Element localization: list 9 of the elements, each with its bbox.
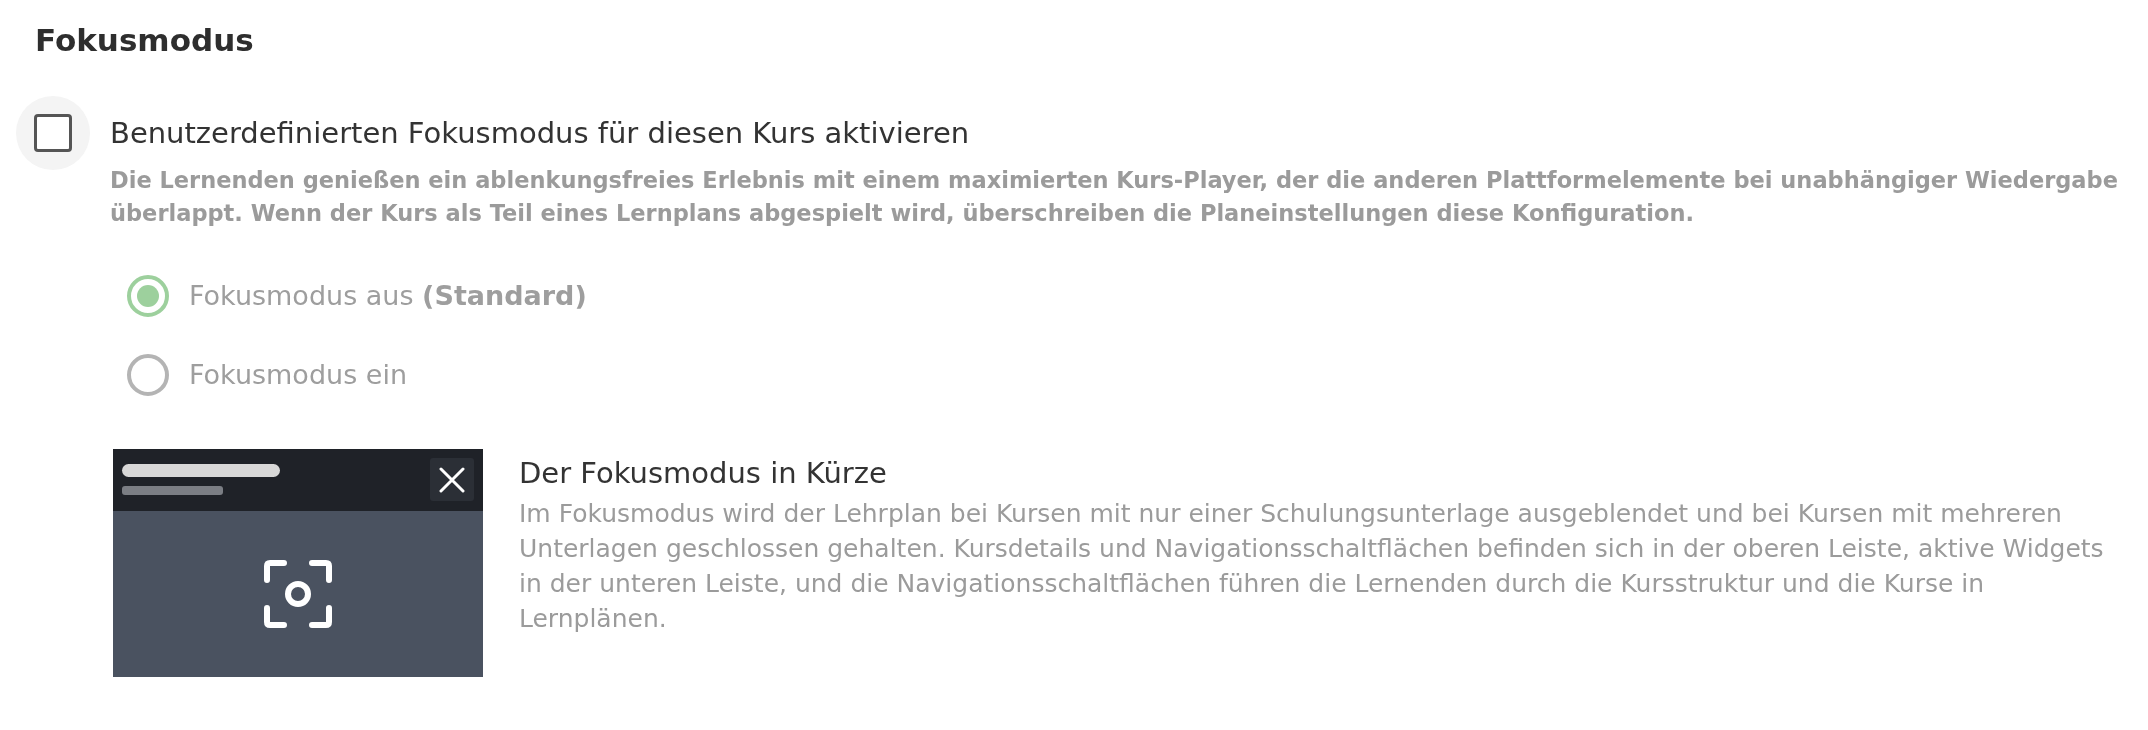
checkbox-description: Die Lernenden genießen ein ablenkungsfreies Erlebnis mit einem maximierten Kurs-Player, der die anderen Plattformelemente bei unabhängiger Wiedergabe überlappt. Wenn der Kurs als Teil eines Lernplans abgespielt wird, überschreiben die Planeinstellungen diese Konfiguration.: [110, 166, 2119, 228]
info-text: Im Fokusmodus wird der Lehrplan bei Kursen mit nur einer Schulungsunterlage ausgeblendet und bei Kursen mit mehreren Unterlagen geschlossen gehalten. Kursdetails und Navigationsschaltflächen befinden sich in der oberen Leiste, aktive Widgets in der unteren Leiste, und die Navigationsschaltflächen führen die Lernenden durch die Kursstruktur und die Kurse in Lernplänen.: [519, 497, 2105, 635]
section-heading: Fokusmodus: [35, 21, 254, 60]
radio-label: Fokusmodus ein: [189, 358, 408, 392]
checkbox-label: Benutzerdefinierten Fokusmodus für diesen Kurs aktivieren: [110, 115, 970, 151]
focus-icon: [264, 560, 332, 628]
info-title: Der Fokusmodus in Kürze: [519, 455, 887, 491]
radio-label: Fokusmodus aus (Standard): [189, 279, 587, 313]
close-icon: [430, 458, 474, 501]
